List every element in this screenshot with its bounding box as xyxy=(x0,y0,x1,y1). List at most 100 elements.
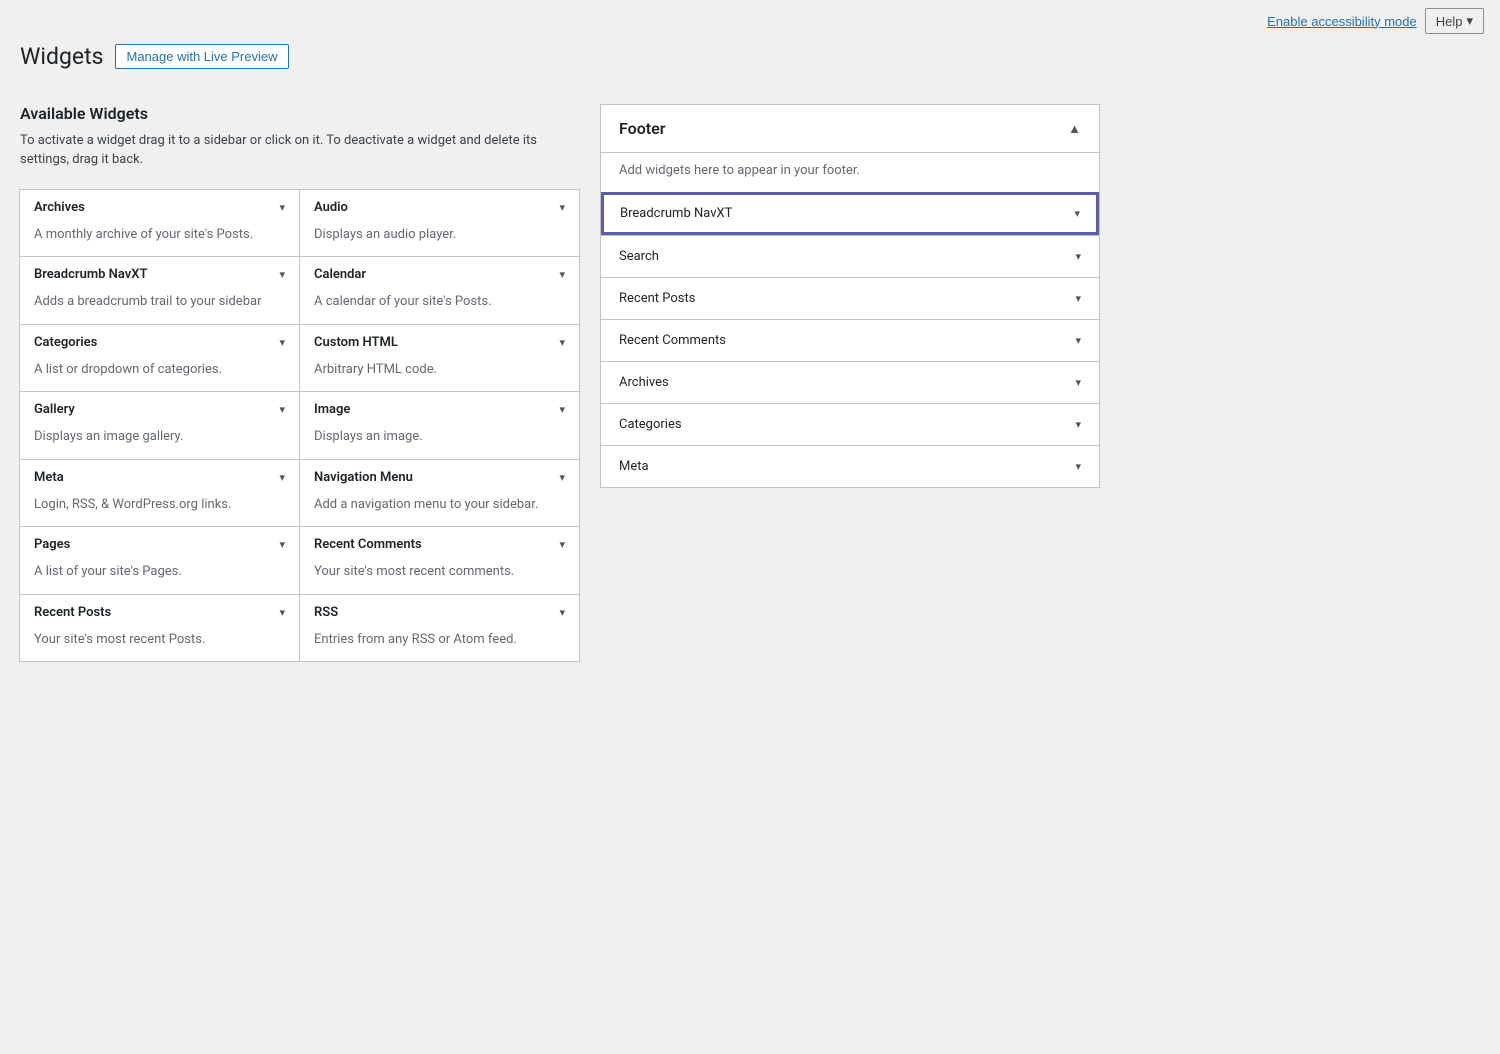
footer-widget-name: Search xyxy=(619,249,659,264)
widgets-grid: Archives ▾ A monthly archive of your sit… xyxy=(20,190,580,663)
widget-header[interactable]: Recent Posts ▾ xyxy=(20,595,299,630)
right-panel: Footer ▲ Add widgets here to appear in y… xyxy=(600,104,1100,663)
widget-item[interactable]: Image ▾ Displays an image. xyxy=(299,391,580,460)
widget-header[interactable]: Navigation Menu ▾ xyxy=(300,460,579,495)
footer-widget-header[interactable]: Breadcrumb NavXT ▾ xyxy=(604,195,1096,232)
footer-widget-name: Meta xyxy=(619,459,649,474)
widget-name: RSS xyxy=(314,605,338,620)
widget-desc: Login, RSS, & WordPress.org links. xyxy=(20,495,299,527)
help-button[interactable]: Help ▾ xyxy=(1425,8,1484,34)
widget-item[interactable]: Gallery ▾ Displays an image gallery. xyxy=(19,391,300,460)
widget-header[interactable]: Gallery ▾ xyxy=(20,392,299,427)
widget-item[interactable]: Pages ▾ A list of your site's Pages. xyxy=(19,526,300,595)
widget-desc: A list or dropdown of categories. xyxy=(20,360,299,392)
widget-item[interactable]: Navigation Menu ▾ Add a navigation menu … xyxy=(299,459,580,528)
footer-widget-name: Breadcrumb NavXT xyxy=(620,206,732,221)
footer-widget-item[interactable]: Recent Comments ▾ xyxy=(601,319,1099,361)
widget-chevron-icon: ▾ xyxy=(559,336,565,349)
widget-item[interactable]: Audio ▾ Displays an audio player. xyxy=(299,189,580,258)
footer-widget-header[interactable]: Archives ▾ xyxy=(601,362,1099,403)
widget-header[interactable]: Breadcrumb NavXT ▾ xyxy=(20,257,299,292)
widget-chevron-icon: ▾ xyxy=(559,471,565,484)
footer-widget-header[interactable]: Recent Posts ▾ xyxy=(601,278,1099,319)
widget-name: Archives xyxy=(34,200,85,215)
left-panel: Available Widgets To activate a widget d… xyxy=(20,104,580,663)
footer-widget-header[interactable]: Meta ▾ xyxy=(601,446,1099,487)
widget-item[interactable]: Breadcrumb NavXT ▾ Adds a breadcrumb tra… xyxy=(19,256,300,325)
footer-widget-chevron-icon: ▾ xyxy=(1074,207,1080,220)
widget-name: Custom HTML xyxy=(314,335,398,350)
widget-chevron-icon: ▾ xyxy=(279,336,285,349)
widget-desc: Arbitrary HTML code. xyxy=(300,360,579,392)
widget-item[interactable]: Meta ▾ Login, RSS, & WordPress.org links… xyxy=(19,459,300,528)
widget-name: Meta xyxy=(34,470,64,485)
widget-desc: A calendar of your site's Posts. xyxy=(300,292,579,324)
widget-chevron-icon: ▾ xyxy=(279,538,285,551)
widget-desc: Your site's most recent Posts. xyxy=(20,630,299,662)
widget-header[interactable]: Audio ▾ xyxy=(300,190,579,225)
widget-desc: A list of your site's Pages. xyxy=(20,562,299,594)
widget-desc: Adds a breadcrumb trail to your sidebar xyxy=(20,292,299,324)
widget-header[interactable]: Categories ▾ xyxy=(20,325,299,360)
footer-widget-header[interactable]: Search ▾ xyxy=(601,236,1099,277)
footer-widget-chevron-icon: ▾ xyxy=(1075,460,1081,473)
widget-desc: Your site's most recent comments. xyxy=(300,562,579,594)
footer-widget-item[interactable]: Meta ▾ xyxy=(601,445,1099,487)
widget-item[interactable]: Custom HTML ▾ Arbitrary HTML code. xyxy=(299,324,580,393)
available-widgets-title: Available Widgets xyxy=(20,104,580,123)
footer-header: Footer ▲ xyxy=(601,105,1099,153)
widget-name: Gallery xyxy=(34,402,75,417)
widget-chevron-icon: ▾ xyxy=(279,201,285,214)
widget-desc: Displays an audio player. xyxy=(300,225,579,257)
widget-name: Calendar xyxy=(314,267,366,282)
top-bar: Enable accessibility mode Help ▾ xyxy=(0,0,1500,42)
footer-widget-chevron-icon: ▾ xyxy=(1075,334,1081,347)
widget-name: Image xyxy=(314,402,350,417)
widget-item[interactable]: Archives ▾ A monthly archive of your sit… xyxy=(19,189,300,258)
widget-name: Navigation Menu xyxy=(314,470,413,485)
footer-widget-header[interactable]: Categories ▾ xyxy=(601,404,1099,445)
manage-preview-button[interactable]: Manage with Live Preview xyxy=(115,44,288,69)
footer-widget-item[interactable]: Recent Posts ▾ xyxy=(601,277,1099,319)
widget-header[interactable]: Recent Comments ▾ xyxy=(300,527,579,562)
widget-header[interactable]: Meta ▾ xyxy=(20,460,299,495)
widget-item[interactable]: Recent Posts ▾ Your site's most recent P… xyxy=(19,594,300,663)
footer-widget-header[interactable]: Recent Comments ▾ xyxy=(601,320,1099,361)
footer-collapse-button[interactable]: ▲ xyxy=(1068,121,1081,136)
help-label: Help xyxy=(1436,14,1463,29)
widget-chevron-icon: ▾ xyxy=(559,606,565,619)
widget-header[interactable]: Archives ▾ xyxy=(20,190,299,225)
widget-name: Breadcrumb NavXT xyxy=(34,267,147,282)
widget-item[interactable]: Recent Comments ▾ Your site's most recen… xyxy=(299,526,580,595)
footer-widget-name: Archives xyxy=(619,375,669,390)
footer-widget-item[interactable]: Archives ▾ xyxy=(601,361,1099,403)
widget-chevron-icon: ▾ xyxy=(559,268,565,281)
widget-name: Categories xyxy=(34,335,97,350)
widget-desc: Displays an image gallery. xyxy=(20,427,299,459)
widget-header[interactable]: Image ▾ xyxy=(300,392,579,427)
widget-header[interactable]: Custom HTML ▾ xyxy=(300,325,579,360)
widget-desc: A monthly archive of your site's Posts. xyxy=(20,225,299,257)
widget-name: Pages xyxy=(34,537,70,552)
widget-header[interactable]: RSS ▾ xyxy=(300,595,579,630)
widget-header[interactable]: Pages ▾ xyxy=(20,527,299,562)
footer-subtitle: Add widgets here to appear in your foote… xyxy=(601,153,1099,192)
footer-widget-item[interactable]: Categories ▾ xyxy=(601,403,1099,445)
widget-item[interactable]: RSS ▾ Entries from any RSS or Atom feed. xyxy=(299,594,580,663)
widget-name: Recent Posts xyxy=(34,605,111,620)
widget-chevron-icon: ▾ xyxy=(559,538,565,551)
widget-item[interactable]: Categories ▾ A list or dropdown of categ… xyxy=(19,324,300,393)
widget-name: Audio xyxy=(314,200,348,215)
widget-header[interactable]: Calendar ▾ xyxy=(300,257,579,292)
footer-title: Footer xyxy=(619,119,665,138)
footer-widget-item[interactable]: Breadcrumb NavXT ▾ xyxy=(601,192,1099,235)
page-header: Widgets Manage with Live Preview xyxy=(0,42,1500,88)
help-chevron: ▾ xyxy=(1466,13,1473,29)
footer-widget-name: Categories xyxy=(619,417,682,432)
widget-item[interactable]: Calendar ▾ A calendar of your site's Pos… xyxy=(299,256,580,325)
enable-accessibility-button[interactable]: Enable accessibility mode xyxy=(1267,14,1417,29)
footer-widget-item[interactable]: Search ▾ xyxy=(601,235,1099,277)
footer-widget-name: Recent Comments xyxy=(619,333,726,348)
widget-desc: Displays an image. xyxy=(300,427,579,459)
footer-panel: Footer ▲ Add widgets here to appear in y… xyxy=(600,104,1100,488)
